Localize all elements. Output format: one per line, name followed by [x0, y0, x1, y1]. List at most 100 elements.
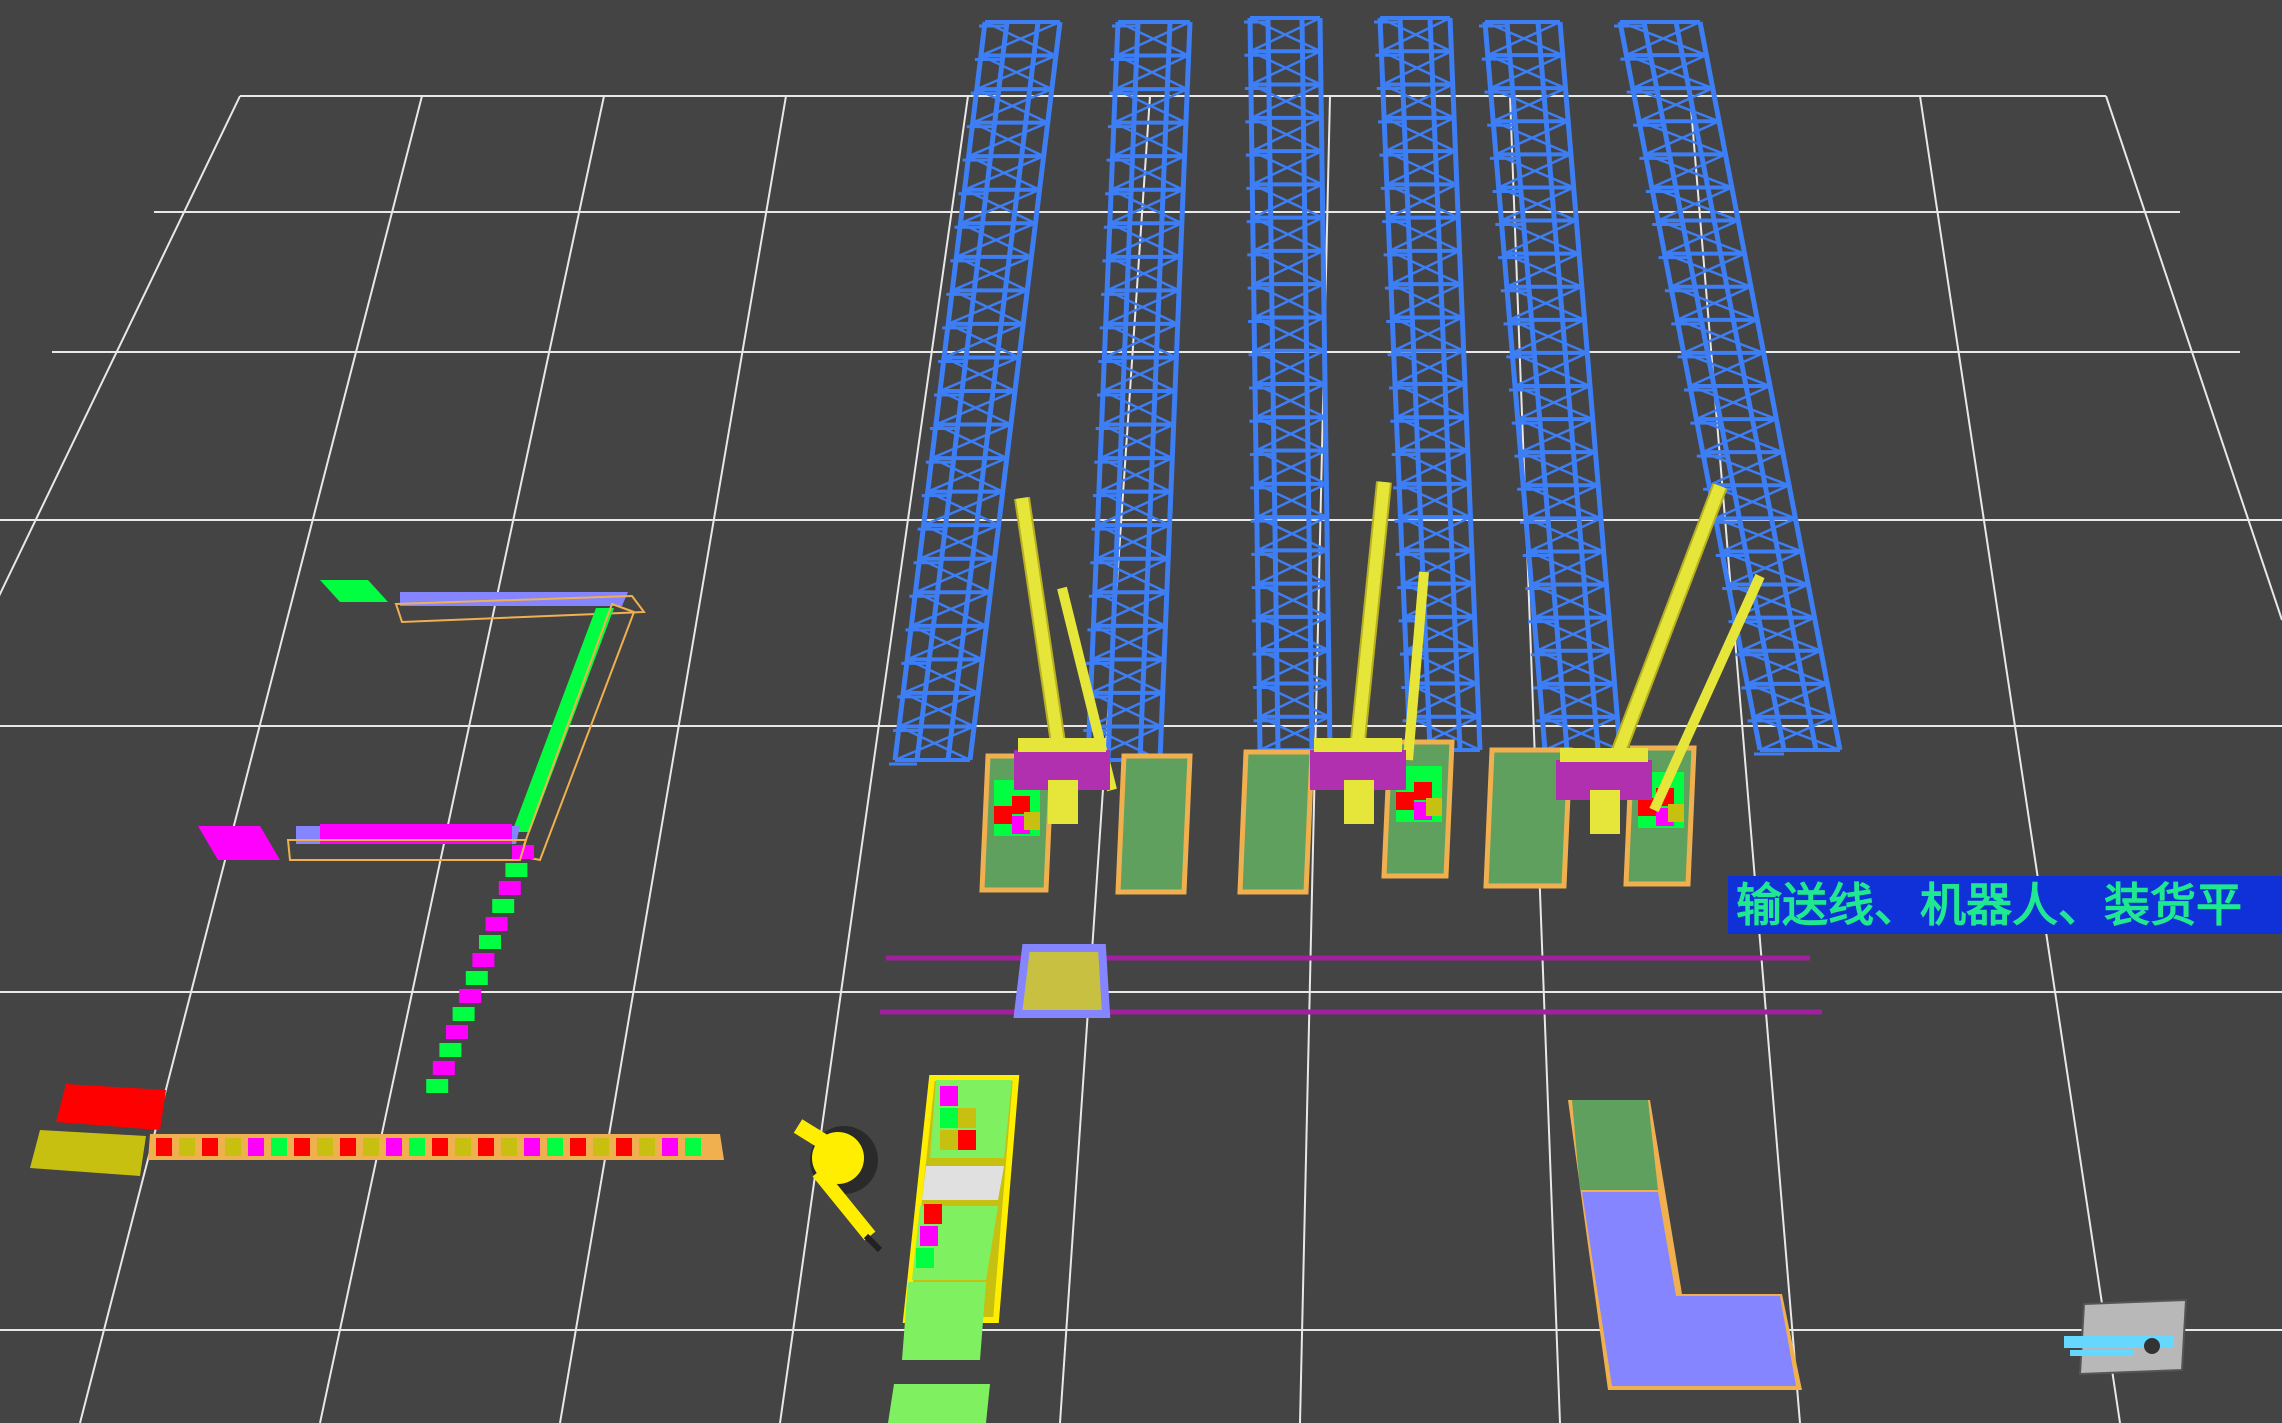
- conveyor-item: [340, 1138, 356, 1156]
- packing-box: [920, 1226, 938, 1246]
- packing-line: [888, 1075, 1020, 1423]
- conveyor-item: [505, 863, 528, 877]
- packing-box: [958, 1130, 976, 1150]
- olive-pallet: [30, 1130, 146, 1176]
- conveyor-item: [616, 1138, 632, 1156]
- conveyor-item: [501, 1138, 517, 1156]
- conveyor-frame: [518, 602, 636, 862]
- conveyor-item: [156, 1138, 172, 1156]
- packing-box: [940, 1108, 958, 1128]
- loading-platform: [1568, 1100, 1802, 1390]
- conveyor-item: [432, 1138, 448, 1156]
- conveyor-item: [439, 1043, 462, 1057]
- station-surface: [1115, 753, 1193, 895]
- conveyor-item: [685, 1138, 701, 1156]
- platform-green: [1572, 1100, 1658, 1190]
- conveyor-item: [547, 1138, 563, 1156]
- conveyor-item: [639, 1138, 655, 1156]
- packing-zone-white: [922, 1166, 1004, 1200]
- conveyor-item: [478, 1138, 494, 1156]
- box-red: [1396, 792, 1414, 810]
- conveyor-item: [409, 1138, 425, 1156]
- shuttle-cart: [1013, 944, 1111, 1018]
- conveyor-end-block: [320, 580, 388, 602]
- conveyor-item: [446, 1025, 468, 1039]
- conveyor-item: [498, 881, 521, 895]
- scene-label: 输送线、机器人、装货平: [1728, 876, 2282, 934]
- grid-line: [1689, 95, 1801, 1423]
- red-pallet: [56, 1084, 166, 1130]
- rack-row: [1479, 20, 1623, 756]
- conveyor-item: [524, 1138, 540, 1156]
- conveyor-item: [492, 899, 515, 913]
- pickup-station: [1237, 749, 1315, 895]
- conveyor-item: [202, 1138, 218, 1156]
- conveyor-item: [452, 1007, 475, 1021]
- box-red: [1414, 782, 1432, 800]
- station-surface: [1237, 749, 1315, 895]
- box-red: [994, 806, 1012, 824]
- conveyor-end-block: [198, 826, 280, 860]
- conveyor-item: [472, 953, 495, 967]
- conveyor-item: [248, 1138, 264, 1156]
- packing-zone: [902, 1282, 986, 1360]
- conveyor-item: [426, 1079, 449, 1093]
- conveyor-item: [225, 1138, 241, 1156]
- warehouse-scene[interactable]: [0, 0, 2282, 1423]
- pickup-station: [1115, 753, 1193, 895]
- rack-row: [889, 20, 1063, 766]
- conveyor-item: [465, 971, 488, 985]
- rack-row: [1244, 16, 1333, 756]
- packing-box: [924, 1204, 942, 1224]
- rack-row: [1082, 20, 1193, 766]
- worker-head: [2144, 1338, 2160, 1354]
- stacker-top: [1018, 738, 1106, 752]
- packing-box: [940, 1130, 958, 1150]
- grid-line: [0, 95, 241, 597]
- stacker-mast: [1598, 483, 1726, 793]
- grid-line: [319, 95, 605, 1423]
- grid-line: [2105, 95, 2282, 621]
- grid-line: [79, 95, 423, 1423]
- conveyor-item: [317, 1138, 333, 1156]
- rack-row: [1374, 16, 1483, 756]
- grid-line: [559, 95, 787, 1423]
- worker-icon[interactable]: [2064, 1298, 2188, 1376]
- grid-line: [1919, 95, 2121, 1423]
- stacker-top: [1314, 738, 1402, 752]
- conveyor-line: [30, 580, 724, 1176]
- packing-box: [958, 1108, 976, 1128]
- stacker-fork: [1048, 780, 1078, 824]
- conveyor-item: [593, 1138, 609, 1156]
- 3d-viewport[interactable]: 输送线、机器人、装货平: [0, 0, 2282, 1423]
- conveyor-item: [485, 917, 508, 931]
- conveyor-item: [570, 1138, 586, 1156]
- conveyor-item: [271, 1138, 287, 1156]
- conveyor-item: [386, 1138, 402, 1156]
- box-olive: [1426, 798, 1442, 816]
- conveyor-item: [459, 989, 482, 1003]
- box-olive: [1024, 812, 1040, 830]
- conveyor-item: [294, 1138, 310, 1156]
- stacker-mast: [1403, 571, 1429, 761]
- worker-legs: [2070, 1350, 2134, 1356]
- robot-arm-icon[interactable]: [793, 1119, 883, 1253]
- packing-zone: [888, 1384, 990, 1423]
- shuttle-rail: [880, 944, 1822, 1018]
- stacker-fork: [1590, 790, 1620, 834]
- conveyor-item: [363, 1138, 379, 1156]
- box-olive: [1668, 804, 1684, 822]
- robot-gripper: [863, 1233, 883, 1253]
- packing-box: [916, 1248, 934, 1268]
- stacker-mast: [1016, 497, 1068, 771]
- conveyor-item: [432, 1061, 455, 1075]
- platform-blue: [1582, 1192, 1796, 1386]
- box-red: [1012, 796, 1030, 814]
- conveyor-item: [179, 1138, 195, 1156]
- packing-box: [940, 1086, 958, 1106]
- conveyor-item: [662, 1138, 678, 1156]
- conveyor-item: [479, 935, 501, 949]
- stacker-fork: [1344, 780, 1374, 824]
- conveyor-item: [455, 1138, 471, 1156]
- stacker-top: [1560, 748, 1648, 762]
